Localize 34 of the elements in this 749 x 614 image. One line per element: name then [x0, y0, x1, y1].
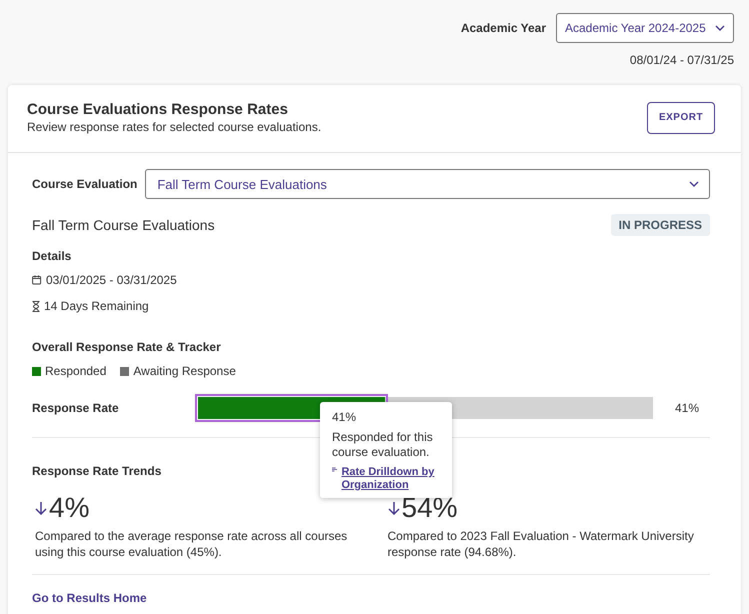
- status-badge: IN PROGRESS: [610, 214, 710, 236]
- trend-value: 4%: [49, 492, 90, 524]
- list-icon: [332, 466, 338, 473]
- down-arrow-icon: [35, 501, 47, 515]
- drilldown-link[interactable]: Rate Drilldown by Organization: [341, 466, 440, 492]
- tooltip-value: 41%: [332, 410, 358, 425]
- chevron-down-icon: [715, 25, 725, 31]
- card-title: Course Evaluations Response Rates: [27, 101, 289, 118]
- tracker-heading: Overall Response Rate & Tracker: [32, 340, 221, 354]
- down-arrow-icon: [388, 501, 400, 515]
- days-remaining: 14 Days Remaining: [44, 299, 149, 313]
- tooltip-text: Responded for this course evaluation.: [332, 430, 434, 460]
- filter-label: Academic Year: [460, 21, 546, 35]
- academic-year-select[interactable]: Academic Year 2024-2025: [556, 13, 734, 43]
- trend-description: Compared to the average response rate across all courses using this course evaluation (45%).: [35, 528, 348, 560]
- date-range: 08/01/24 - 07/31/25: [630, 53, 734, 67]
- legend-label: Awaiting Response: [133, 364, 236, 378]
- response-rate-label: Response Rate: [32, 401, 120, 415]
- evaluation-dates: 03/01/2025 - 03/31/2025: [46, 273, 177, 287]
- trend-description: Compared to 2023 Fall Evaluation - Watermark University response rate (94.68%).: [388, 528, 695, 560]
- trend-value: 54%: [402, 492, 458, 524]
- course-evaluation-label: Course Evaluation: [32, 177, 138, 191]
- calendar-icon: [32, 275, 42, 285]
- export-button[interactable]: EXPORT: [647, 102, 715, 134]
- results-home-link[interactable]: Go to Results Home: [32, 591, 147, 605]
- legend-label: Responded: [45, 364, 106, 378]
- chevron-down-icon: [689, 181, 699, 187]
- card-subtitle: Review response rates for selected course evaluations.: [27, 120, 322, 134]
- response-rate-value: 41%: [675, 401, 700, 415]
- trends-heading: Response Rate Trends: [32, 464, 162, 478]
- details-heading: Details: [32, 249, 72, 263]
- evaluation-title: Fall Term Course Evaluations: [32, 217, 215, 233]
- course-evaluation-select[interactable]: Fall Term Course Evaluations: [145, 169, 710, 199]
- hourglass-icon: [32, 300, 40, 312]
